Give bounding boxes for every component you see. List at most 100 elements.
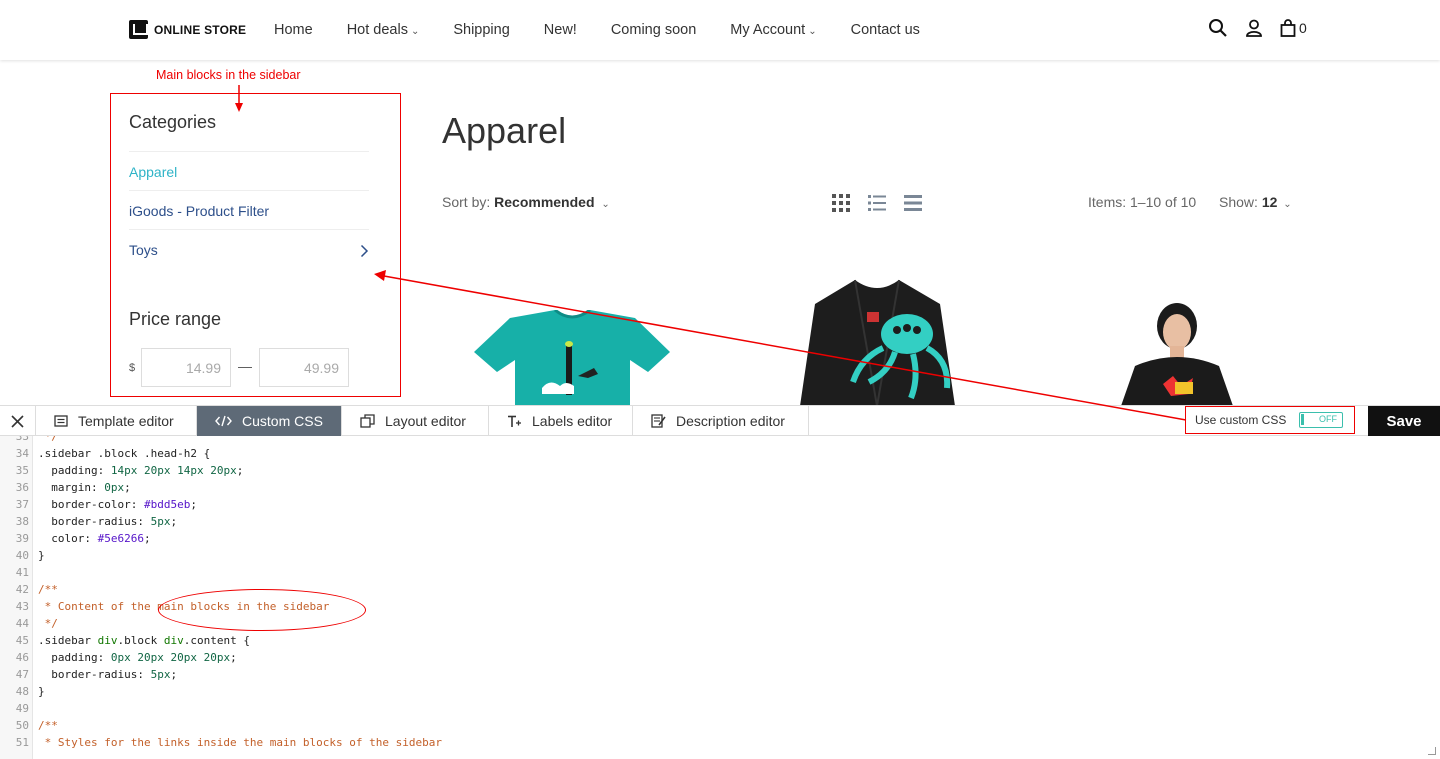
code-line: 41 (0, 564, 1440, 581)
editor-toolbar: Template editor Custom CSS Layout editor… (0, 405, 1440, 436)
show-label: Show: (1219, 194, 1258, 210)
close-icon (11, 414, 24, 428)
nav-item-label: New! (543, 22, 577, 38)
line-number: 47 (15, 668, 29, 681)
toggle-knob (1301, 414, 1304, 425)
price-max-input[interactable] (259, 348, 349, 387)
list-view-icon[interactable] (868, 194, 886, 217)
nav-item-coming-soon[interactable]: Coming soon (594, 22, 713, 38)
code-text: .sidebar div.block div.content { (38, 634, 250, 647)
resize-handle[interactable] (1428, 747, 1436, 755)
line-number: 40 (15, 549, 29, 562)
tab-label: Custom CSS (242, 413, 323, 429)
code-text: border-radius: 5px; (38, 668, 178, 681)
price-range-title: Price range (129, 309, 222, 329)
divider (129, 229, 369, 230)
product-image-teal-tshirt[interactable] (470, 308, 675, 411)
line-number: 39 (15, 532, 29, 545)
product-image-woman-tshirt[interactable] (1115, 302, 1240, 411)
code-text: * Styles for the links inside the main b… (38, 736, 442, 749)
css-editor-panel: Template editor Custom CSS Layout editor… (0, 405, 1440, 759)
nav-item-shipping[interactable]: Shipping (436, 22, 526, 38)
tab-labels-editor[interactable]: Labels editor (489, 406, 633, 436)
tab-label: Template editor (78, 413, 174, 429)
cart-count: 0 (1299, 20, 1307, 36)
search-icon[interactable] (1208, 18, 1228, 38)
product-image-octopus-cardigan[interactable] (795, 274, 960, 411)
category-link-igoods[interactable]: iGoods - Product Filter (129, 203, 269, 219)
tab-template-editor[interactable]: Template editor (36, 406, 197, 436)
code-text: */ (38, 617, 58, 630)
cart-button[interactable]: 0 (1280, 19, 1307, 37)
code-line: 36 margin: 0px; (0, 479, 1440, 496)
nav-item-new[interactable]: New! (527, 22, 594, 38)
code-line: 50 /** (0, 717, 1440, 734)
cart-icon (1280, 19, 1296, 37)
annotation-ellipse (158, 589, 366, 631)
line-number: 49 (15, 702, 29, 715)
tab-label: Layout editor (385, 413, 466, 429)
grid-view-icon[interactable] (832, 194, 850, 217)
show-dropdown[interactable]: Show: 12 ⌄ (1219, 194, 1292, 210)
nav-item-my-account[interactable]: My Account ⌄ (713, 22, 833, 38)
price-min-input[interactable] (141, 348, 231, 387)
page-title: Apparel (442, 110, 567, 151)
close-editor-button[interactable] (0, 406, 36, 436)
nav-item-hot-deals[interactable]: Hot deals ⌄ (330, 22, 437, 38)
code-text: color: #5e6266; (38, 532, 151, 545)
category-link-toys[interactable]: Toys (129, 242, 158, 258)
view-mode-switcher (832, 194, 922, 217)
tab-layout-editor[interactable]: Layout editor (342, 406, 489, 436)
currency-symbol: $ (129, 362, 136, 374)
nav-item-label: Hot deals (346, 22, 408, 38)
toggle-switch[interactable]: OFF (1299, 412, 1343, 428)
code-text: /** (38, 583, 58, 596)
user-icon[interactable] (1244, 18, 1264, 38)
header-icons: 0 (1208, 18, 1307, 38)
code-line: 48} (0, 683, 1440, 700)
sort-label: Sort by: (442, 194, 491, 210)
show-value: 12 (1261, 194, 1278, 210)
line-number: 44 (15, 617, 29, 630)
site-header: ONLINE STORE Home Hot deals ⌄ Shipping New! C… (0, 0, 1440, 60)
code-line: 37 border-color: #bdd5eb; (0, 496, 1440, 513)
save-button[interactable]: Save (1368, 406, 1440, 436)
chevron-right-icon[interactable] (360, 244, 369, 263)
code-text: */ (38, 436, 58, 443)
code-icon (215, 415, 232, 427)
logo-text: ONLINE STORE (154, 22, 247, 37)
store-logo[interactable]: ONLINE STORE (129, 20, 246, 39)
sort-dropdown[interactable]: Sort by: Recommended ⌄ (442, 194, 610, 210)
category-link-apparel[interactable]: Apparel (129, 164, 177, 180)
divider (129, 190, 369, 191)
line-number: 38 (15, 515, 29, 528)
nav-item-contact-us[interactable]: Contact us (834, 22, 937, 38)
sort-value: Recommended (494, 194, 595, 210)
use-custom-css-toggle[interactable]: Use custom CSS OFF (1185, 406, 1355, 434)
code-line: 39 color: #5e6266; (0, 530, 1440, 547)
code-line: 47 border-radius: 5px; (0, 666, 1440, 683)
table-view-icon[interactable] (904, 194, 922, 217)
tab-description-editor[interactable]: Description editor (633, 406, 809, 436)
code-text: padding: 14px 20px 14px 20px; (38, 464, 244, 477)
text-icon (508, 415, 521, 427)
line-number: 43 (15, 600, 29, 613)
nav-item-label: Coming soon (610, 22, 697, 38)
code-line: 34 .sidebar .block .head-h2 { (0, 445, 1440, 462)
nav-item-label: Contact us (850, 22, 920, 38)
code-text: border-color: #bdd5eb; (38, 498, 197, 511)
code-text: .sidebar .block .head-h2 { (38, 447, 211, 460)
code-line: 40} (0, 547, 1440, 564)
nav-item-home[interactable]: Home (257, 22, 330, 38)
line-number: 33 (15, 436, 29, 443)
nav-item-label: Home (274, 22, 313, 38)
code-text: } (38, 685, 45, 698)
line-number: 36 (15, 481, 29, 494)
tab-label: Description editor (676, 413, 785, 429)
price-dash: — (238, 358, 252, 374)
line-number: 34 (15, 447, 29, 460)
toggle-state: OFF (1319, 414, 1337, 424)
tab-custom-css[interactable]: Custom CSS (197, 406, 342, 436)
chevron-down-icon: ⌄ (410, 26, 420, 37)
items-count: Items: 1–10 of 10 (1088, 194, 1197, 210)
